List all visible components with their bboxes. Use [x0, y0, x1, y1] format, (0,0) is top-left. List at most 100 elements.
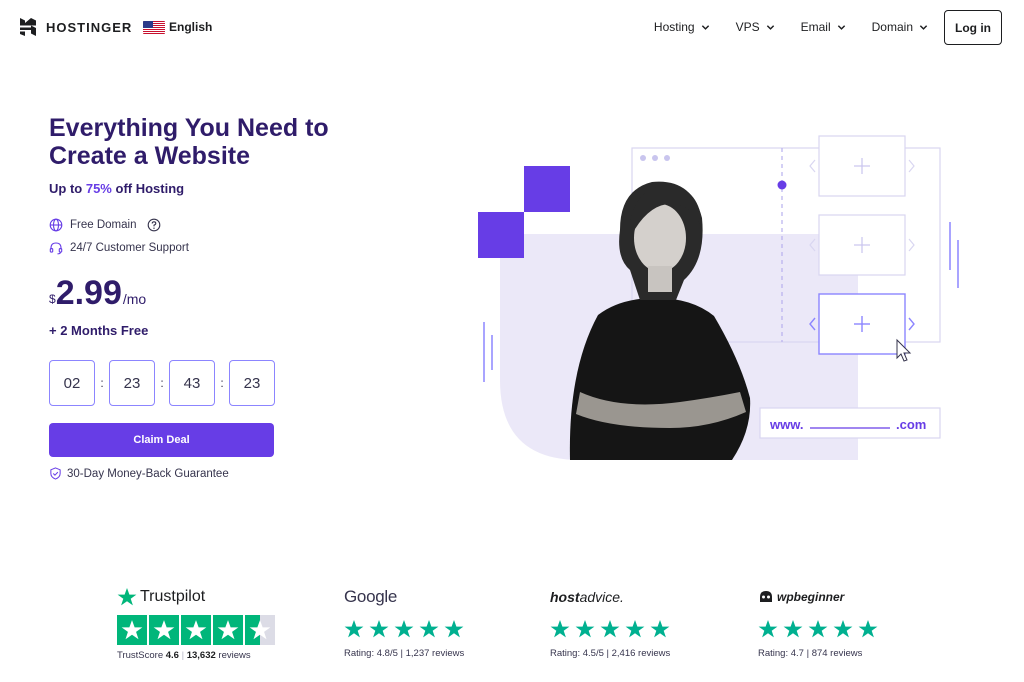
language-selector[interactable]: English: [143, 20, 212, 34]
hostadvice-logo-text: hostadvice.: [550, 589, 624, 605]
guide-dot: [777, 180, 787, 190]
subline-prefix: Up to: [49, 181, 83, 196]
star-icon: [575, 620, 595, 638]
trustpilot-rating[interactable]: Trustpilot TrustScore 4.6 | 13,632 revie…: [117, 585, 275, 661]
price-amount: 2.99: [55, 274, 122, 312]
half-star-icon: [245, 615, 275, 645]
star-icon: [117, 615, 147, 645]
guarantee-label: 30-Day Money-Back Guarantee: [67, 467, 229, 480]
wpbeginner-brand: wpbeginner: [758, 585, 878, 609]
url-prefix: www.: [769, 417, 803, 432]
purple-square-top: [524, 166, 570, 212]
feature-free-domain: Free Domain: [49, 218, 161, 232]
language-label: English: [169, 20, 213, 34]
purple-square-bottom: [478, 212, 524, 258]
hostadvice-stars: [550, 619, 670, 639]
timer-minutes: 43: [169, 360, 215, 406]
star-icon: [833, 620, 853, 638]
star-icon: [758, 620, 778, 638]
nav-vps-label: VPS: [735, 20, 760, 34]
trustpilot-score: TrustScore 4.6 | 13,632 reviews: [117, 650, 251, 661]
price-currency: $: [49, 292, 56, 306]
us-flag-icon: [143, 20, 165, 34]
timer-separator: :: [160, 376, 164, 390]
star-icon: [550, 620, 570, 638]
trustpilot-label: Trustpilot: [140, 588, 206, 605]
hostinger-logo[interactable]: HOSTINGER: [18, 17, 132, 37]
bonus-months: + 2 Months Free: [49, 323, 149, 338]
price-period: /mo: [122, 291, 147, 307]
feature-free-domain-label: Free Domain: [70, 219, 137, 231]
hostadvice-rating[interactable]: hostadvice. Rating: 4.5/5 | 2,416 review…: [550, 585, 670, 659]
trustpilot-brand: Trustpilot: [117, 585, 275, 609]
question-circle-icon[interactable]: [147, 218, 161, 232]
headset-icon: [49, 242, 63, 255]
star-icon: [858, 620, 878, 638]
star-icon: [808, 620, 828, 638]
discount-subline: Up to 75% off Hosting: [49, 181, 184, 196]
star-icon: [783, 620, 803, 638]
feature-support: 24/7 Customer Support: [49, 241, 189, 255]
timer-separator: :: [220, 376, 224, 390]
star-icon: [600, 620, 620, 638]
hero-illustration: www. .com: [478, 135, 959, 460]
login-button[interactable]: Log in: [944, 10, 1002, 45]
wpbeginner-rating[interactable]: wpbeginner Rating: 4.7 | 874 reviews: [758, 585, 878, 659]
chevron-down-icon: [766, 24, 774, 30]
star-icon: [444, 620, 464, 638]
subline-suffix: off Hosting: [115, 181, 185, 196]
google-stars: [344, 619, 464, 639]
url-suffix: .com: [896, 417, 926, 432]
timer-hours: 23: [109, 360, 155, 406]
main-nav: Hosting VPS Email Domain: [654, 20, 928, 34]
star-icon: [369, 620, 389, 638]
claim-deal-button[interactable]: Claim Deal: [49, 423, 274, 457]
star-icon: [344, 620, 364, 638]
trustpilot-reviews-label: reviews: [218, 650, 251, 661]
nav-hosting[interactable]: Hosting: [654, 20, 710, 34]
trustpilot-stars: [117, 615, 275, 645]
trustpilot-review-count: 13,632: [186, 650, 216, 661]
nav-domain[interactable]: Domain: [872, 20, 928, 34]
timer-days: 02: [49, 360, 95, 406]
hostadvice-logo-rest: advice.: [579, 589, 624, 605]
trustscore-label: TrustScore: [117, 650, 164, 661]
wpbeginner-logo-text: wpbeginner: [777, 590, 845, 604]
star-icon: [394, 620, 414, 638]
window-dot: [640, 155, 646, 161]
chevron-down-icon: [701, 24, 709, 30]
chevron-down-icon: [919, 24, 928, 30]
hero-title: Everything You Need to Create a Website: [49, 114, 329, 170]
money-back-guarantee: 30-Day Money-Back Guarantee: [49, 467, 229, 480]
chevron-down-icon: [837, 24, 845, 30]
window-dot: [652, 155, 658, 161]
hostinger-logo-icon: [20, 18, 36, 36]
hostadvice-brand: hostadvice.: [550, 585, 670, 609]
google-rating-text: Rating: 4.8/5 | 1,237 reviews: [344, 648, 465, 659]
window-dot: [664, 155, 670, 161]
countdown-timer: 02 : 23 : 43 : 23: [49, 360, 275, 406]
price: $ 2.99 /mo: [49, 275, 146, 311]
trustscore-value: 4.6: [165, 650, 179, 661]
wpbeginner-stars: [758, 619, 878, 639]
timer-seconds: 23: [229, 360, 275, 406]
nav-vps[interactable]: VPS: [736, 20, 775, 34]
google-rating[interactable]: Google Rating: 4.8/5 | 1,237 reviews: [344, 585, 464, 659]
wpbeginner-logo-icon: [760, 591, 772, 602]
star-icon: [419, 620, 439, 638]
nav-email[interactable]: Email: [801, 20, 846, 34]
google-brand: Google: [344, 585, 464, 609]
feature-support-label: 24/7 Customer Support: [70, 242, 189, 254]
globe-icon: [49, 218, 63, 232]
star-icon: [625, 620, 645, 638]
content-block: [809, 214, 915, 276]
top-navigation: HOSTINGER English Hosting VPS Email Doma…: [0, 0, 1024, 56]
discount-percent: 75%: [85, 181, 112, 196]
nav-email-label: Email: [800, 20, 831, 34]
google-logo-text: Google: [344, 587, 398, 606]
star-icon: [213, 615, 243, 645]
star-icon: [181, 615, 211, 645]
wpbeginner-rating-text: Rating: 4.7 | 874 reviews: [758, 648, 863, 659]
shield-check-icon: [50, 467, 61, 480]
nav-hosting-label: Hosting: [653, 20, 695, 34]
